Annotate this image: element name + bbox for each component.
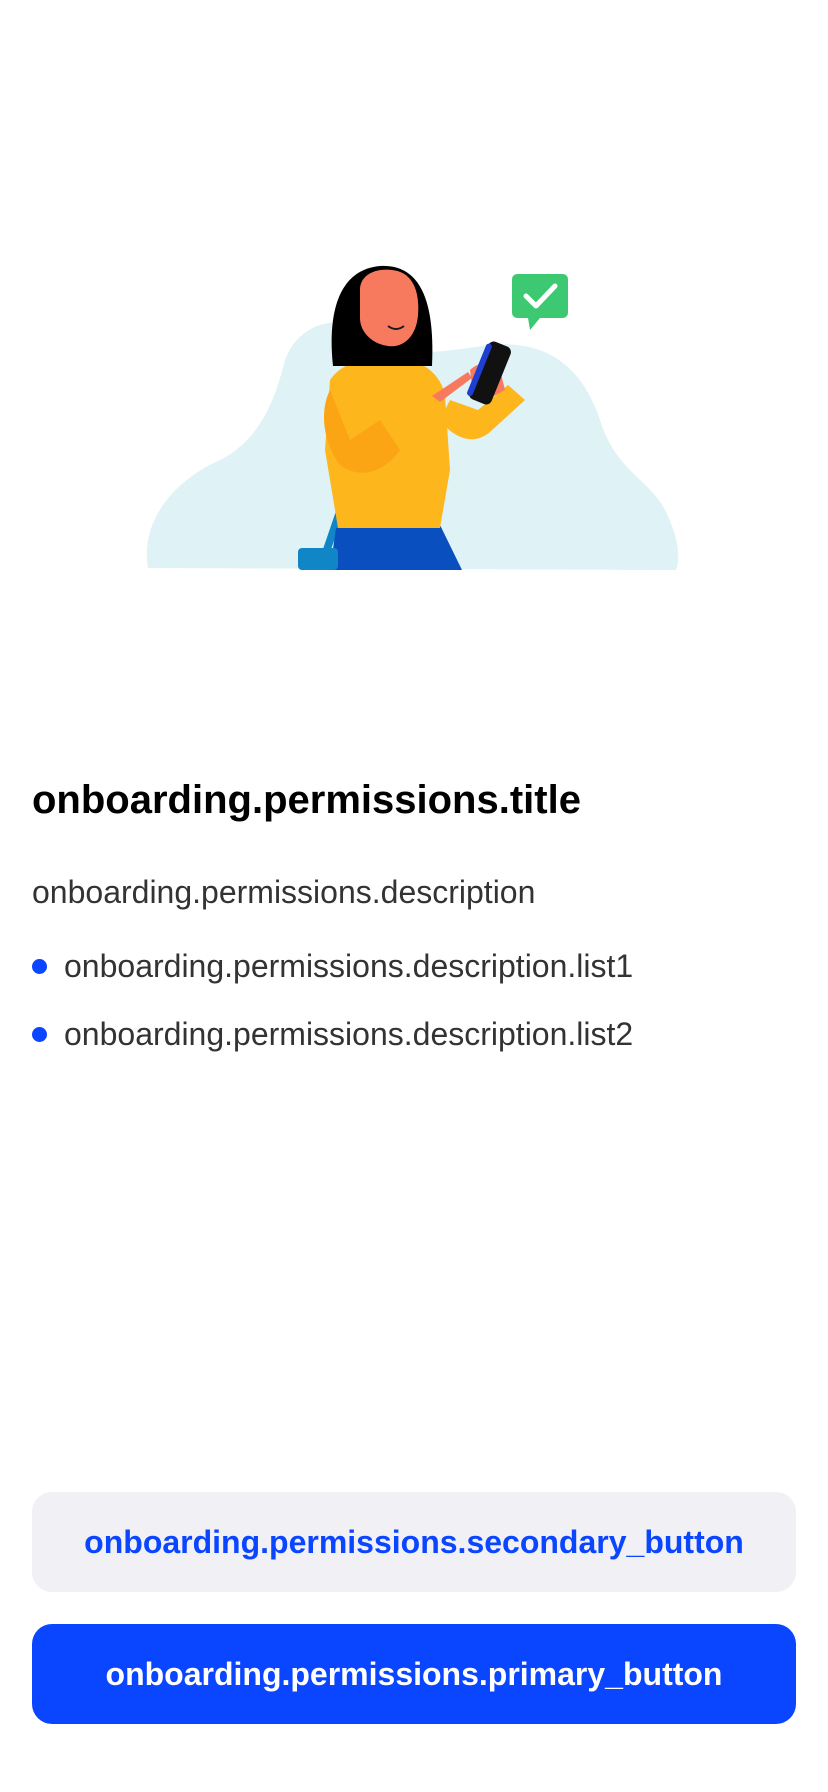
permissions-content: onboarding.permissions.title onboarding.… xyxy=(32,770,796,1080)
description-text: onboarding.permissions.description xyxy=(32,874,536,910)
check-badge-icon xyxy=(512,274,568,330)
face xyxy=(360,269,419,347)
action-buttons: onboarding.permissions.secondary_button … xyxy=(32,1492,796,1724)
secondary-button[interactable]: onboarding.permissions.secondary_button xyxy=(32,1492,796,1592)
bullet-dot-icon xyxy=(32,958,47,974)
list-item-text: onboarding.permissions.description.list2 xyxy=(64,1016,634,1052)
primary-button[interactable]: onboarding.permissions.primary_button xyxy=(32,1624,796,1724)
page-title: onboarding.permissions.title xyxy=(32,778,581,822)
list-item: onboarding.permissions.description.list1 xyxy=(32,944,796,988)
bag xyxy=(298,548,338,570)
onboarding-illustration xyxy=(0,0,828,620)
list-item-text: onboarding.permissions.description.list1 xyxy=(64,948,634,984)
list-item: onboarding.permissions.description.list2 xyxy=(32,1012,796,1056)
permissions-list: onboarding.permissions.description.list1… xyxy=(32,944,796,1056)
woman-with-phone-illustration xyxy=(146,265,679,570)
skirt xyxy=(330,525,462,570)
bullet-dot-icon xyxy=(32,1026,47,1042)
